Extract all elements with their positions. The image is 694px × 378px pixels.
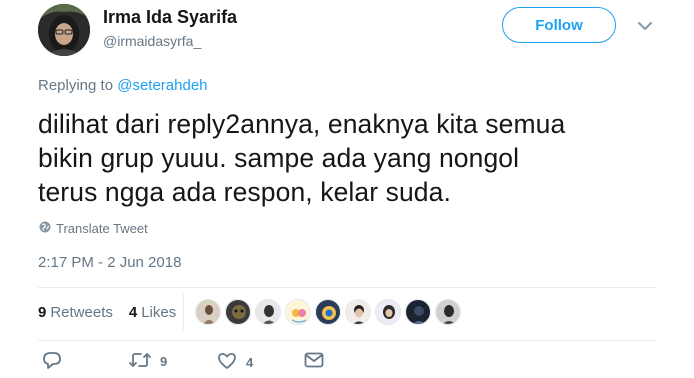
avatar[interactable] xyxy=(345,299,371,325)
translate-tweet-link[interactable]: Translate Tweet xyxy=(39,221,148,236)
avatar[interactable] xyxy=(225,299,251,325)
liker-avatars xyxy=(195,299,461,325)
globe-icon xyxy=(39,221,51,236)
tweet-text: dilihat dari reply2annya, enaknya kita s… xyxy=(38,107,668,209)
avatar[interactable] xyxy=(435,299,461,325)
avatar[interactable] xyxy=(195,299,221,325)
reply-button[interactable] xyxy=(42,352,62,373)
retweets-count: 9 xyxy=(38,304,47,321)
tweet-stats: 9 Retweets 4 Likes xyxy=(38,304,176,321)
tweet-line: dilihat dari reply2annya, enaknya kita s… xyxy=(38,109,566,139)
likes-label: Likes xyxy=(141,304,177,321)
divider xyxy=(38,340,656,341)
like-button[interactable]: 4 xyxy=(217,352,253,373)
tweet-line: bikin grup yuuu. sampe ada yang nongol xyxy=(38,143,520,173)
avatar[interactable] xyxy=(405,299,431,325)
avatar[interactable] xyxy=(255,299,281,325)
retweet-count: 9 xyxy=(160,354,168,369)
likes-count: 4 xyxy=(128,304,138,321)
likes-stat[interactable]: 4 Likes xyxy=(129,304,176,321)
avatar[interactable] xyxy=(315,299,341,325)
replying-to-link[interactable]: @seterahdeh xyxy=(117,77,207,94)
replying-to: Replying to @seterahdeh xyxy=(38,77,208,94)
tweet-timestamp[interactable]: 2:17 PM - 2 Jun 2018 xyxy=(38,254,181,271)
follow-button[interactable]: Follow xyxy=(502,7,616,43)
tweet-actions: 9 4 xyxy=(38,352,658,374)
message-icon xyxy=(304,352,324,371)
author-handle[interactable]: @irmaidasyrfa_ xyxy=(103,33,201,49)
avatar[interactable] xyxy=(375,299,401,325)
replying-prefix: Replying to xyxy=(38,77,118,94)
stats-separator xyxy=(183,294,184,330)
author-name[interactable]: Irma Ida Syarifa xyxy=(103,7,237,28)
retweets-stat[interactable]: 9 Retweets xyxy=(38,304,113,321)
direct-message-button[interactable] xyxy=(304,352,324,371)
retweets-label: Retweets xyxy=(50,304,113,321)
like-count: 4 xyxy=(246,355,254,370)
retweet-icon xyxy=(129,352,151,371)
chevron-down-icon[interactable] xyxy=(636,17,654,35)
author-avatar[interactable] xyxy=(38,4,90,56)
divider xyxy=(38,287,656,288)
avatar[interactable] xyxy=(285,299,311,325)
tweet-line: terus ngga ada respon, kelar suda. xyxy=(38,177,451,207)
retweet-button[interactable]: 9 xyxy=(129,352,167,371)
translate-label: Translate Tweet xyxy=(56,221,148,236)
heart-icon xyxy=(217,352,237,373)
reply-icon xyxy=(42,352,62,373)
